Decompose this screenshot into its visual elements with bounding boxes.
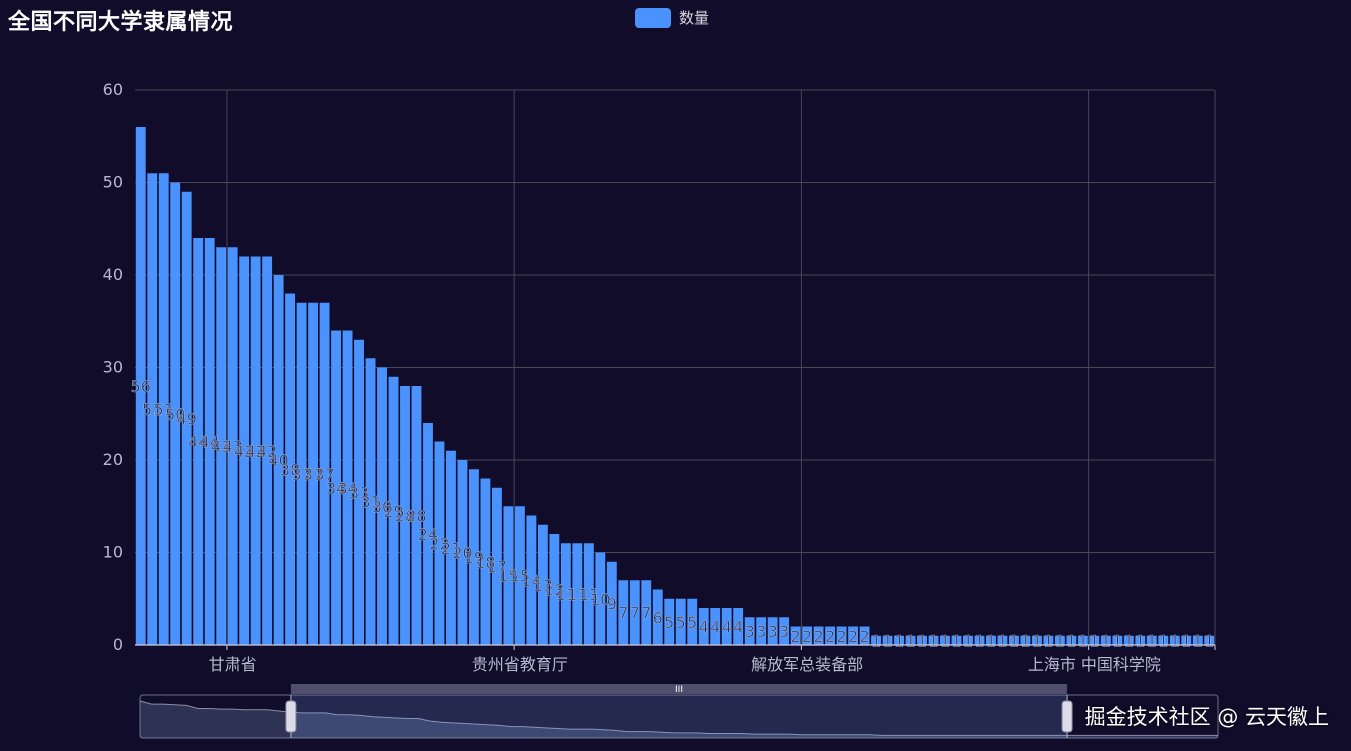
data-label: 1 [974, 631, 984, 650]
data-label: 3 [756, 622, 766, 641]
data-label: 1 [1009, 631, 1019, 650]
data-label: 5 [687, 613, 697, 632]
bars [135, 127, 1215, 645]
data-label: 1 [1101, 631, 1111, 650]
data-label: 3 [745, 622, 755, 641]
zoom-move-handle-label: III [675, 685, 683, 695]
y-tick-label: 30 [103, 358, 123, 377]
x-tick-label: 上海市 中国科学院 [1028, 655, 1161, 674]
data-label: 2 [814, 627, 824, 646]
data-label: 2 [859, 627, 869, 646]
data-label: 7 [641, 604, 651, 623]
data-label: 1 [1181, 631, 1191, 650]
y-tick-label: 10 [103, 543, 123, 562]
data-label: 2 [802, 627, 812, 646]
data-label: 1 [951, 631, 961, 650]
data-label: 1 [1043, 631, 1053, 650]
data-label: 1 [882, 631, 892, 650]
data-label: 1 [1020, 631, 1030, 650]
y-tick-label: 40 [103, 265, 123, 284]
data-label: 1 [1193, 631, 1203, 650]
y-tick-label: 20 [103, 450, 123, 469]
data-label: 5 [664, 613, 674, 632]
data-label: 1 [1078, 631, 1088, 650]
data-label: 9 [607, 594, 617, 613]
data-label: 1 [1032, 631, 1042, 650]
data-label: 1 [1124, 631, 1134, 650]
data-label: 2 [837, 627, 847, 646]
data-label: 49 [177, 409, 197, 428]
data-label: 1 [1055, 631, 1065, 650]
x-tick-label: 甘肃省 [209, 655, 257, 674]
data-label: 1 [940, 631, 950, 650]
data-label: 4 [699, 618, 709, 637]
data-label: 2 [825, 627, 835, 646]
data-label: 1 [1135, 631, 1145, 650]
data-label: 1 [905, 631, 915, 650]
data-label: 2 [848, 627, 858, 646]
data-label: 1 [1089, 631, 1099, 650]
data-label: 1 [1066, 631, 1076, 650]
data-label: 1 [871, 631, 881, 650]
data-label: 1 [1204, 631, 1214, 650]
data-label: 4 [733, 618, 743, 637]
data-label: 28 [406, 507, 426, 526]
data-zoom-slider[interactable]: III [139, 684, 1219, 739]
data-label: 3 [768, 622, 778, 641]
y-tick-label: 0 [113, 635, 123, 654]
data-label: 4 [710, 618, 720, 637]
y-tick-label: 60 [103, 80, 123, 99]
data-label: 1 [894, 631, 904, 650]
data-label: 4 [722, 618, 732, 637]
bar-chart: 5651515049444443434242424038373737343433… [103, 80, 1219, 739]
data-label: 2 [791, 627, 801, 646]
data-label: 5 [676, 613, 686, 632]
data-label: 1 [1170, 631, 1180, 650]
data-label: 7 [618, 604, 628, 623]
data-label: 1 [917, 631, 927, 650]
zoom-start-handle[interactable] [285, 700, 297, 733]
data-label: 7 [630, 604, 640, 623]
data-label: 1 [1147, 631, 1157, 650]
data-label: 6 [653, 608, 663, 627]
data-label: 1 [997, 631, 1007, 650]
y-tick-label: 50 [103, 173, 123, 192]
data-label: 56 [131, 377, 151, 396]
data-label: 1 [1112, 631, 1122, 650]
x-tick-label: 解放军总装备部 [751, 655, 863, 674]
data-label: 3 [779, 622, 789, 641]
zoom-selection[interactable] [290, 695, 1068, 738]
zoom-end-handle[interactable] [1061, 700, 1073, 733]
watermark: 掘金技术社区 @ 云天徽上 [1084, 705, 1329, 729]
x-tick-label: 贵州省教育厅 [472, 655, 568, 674]
data-label: 1 [1158, 631, 1168, 650]
data-label: 1 [928, 631, 938, 650]
data-label: 1 [986, 631, 996, 650]
data-label: 1 [963, 631, 973, 650]
